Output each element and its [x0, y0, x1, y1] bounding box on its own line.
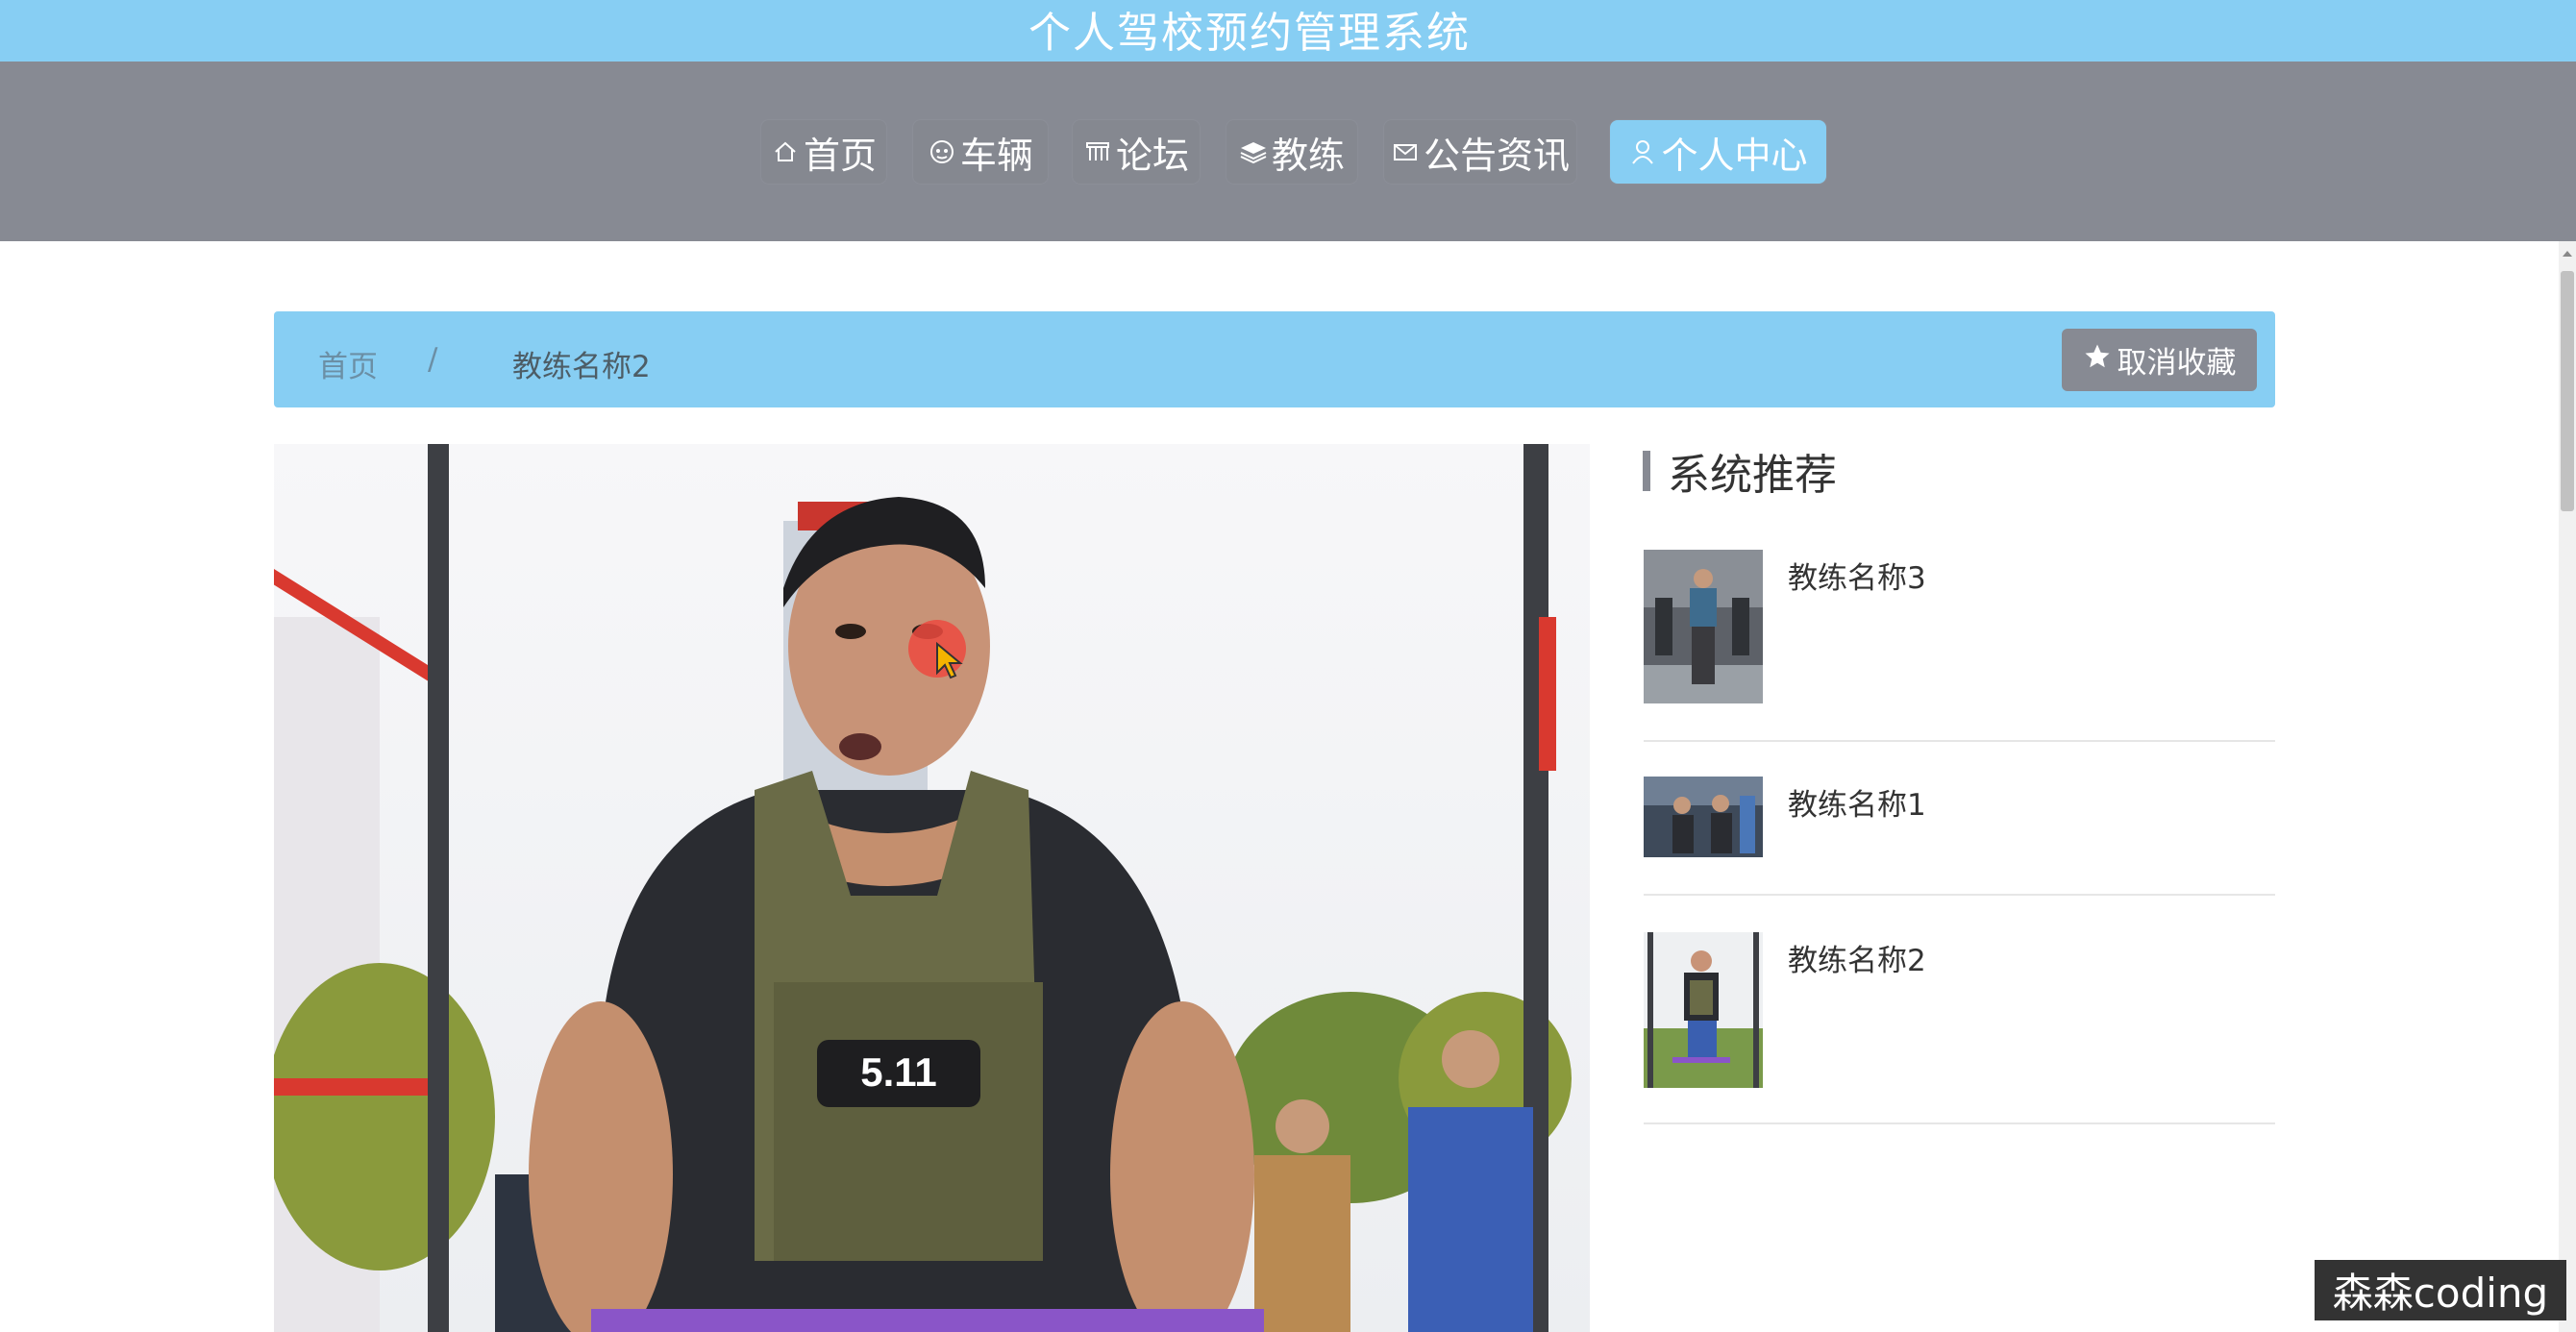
- recommend-header-accent: [1643, 451, 1650, 491]
- user-icon: [1628, 137, 1657, 166]
- nav-item-home[interactable]: 首页: [761, 120, 886, 184]
- breadcrumb: 首页 / 教练名称2 取消收藏: [274, 311, 2275, 407]
- recommend-item-1[interactable]: 教练名称3: [1644, 548, 2275, 742]
- unfavorite-button[interactable]: 取消收藏: [2062, 329, 2257, 391]
- watermark: 森森coding: [2315, 1260, 2566, 1320]
- site-title: 个人驾校预约管理系统: [1028, 9, 1471, 58]
- nav-item-profile[interactable]: 个人中心: [1610, 120, 1826, 184]
- top-title-bar: 个人驾校预约管理系统: [0, 0, 2576, 62]
- recommend-thumb-3[interactable]: [1644, 932, 1763, 1088]
- main-nav: 首页 车辆 论坛 教练 公告资讯 个人中心: [0, 62, 2576, 241]
- breadcrumb-separator: /: [428, 342, 438, 377]
- nav-label-coaches: 教练: [1271, 134, 1345, 177]
- star-icon: [2083, 342, 2112, 379]
- breadcrumb-current: 教练名称2: [512, 350, 651, 384]
- recommend-thumb-1[interactable]: [1644, 550, 1763, 703]
- recommend-thumb-2[interactable]: [1644, 777, 1763, 857]
- scroll-up-arrow-icon[interactable]: [2561, 246, 2574, 261]
- car-icon: [928, 137, 956, 166]
- coach-main-photo: 5.11: [274, 444, 1590, 1332]
- breadcrumb-home-link[interactable]: 首页: [318, 342, 378, 385]
- nav-item-announcements[interactable]: 公告资讯: [1384, 120, 1576, 184]
- recommend-item-2[interactable]: 教练名称1: [1644, 777, 2275, 896]
- nav-label-announcements: 公告资讯: [1423, 134, 1570, 177]
- nav-item-vehicles[interactable]: 车辆: [913, 120, 1048, 184]
- nav-label-forum: 论坛: [1115, 134, 1189, 177]
- home-icon: [771, 137, 800, 166]
- recommend-item-3[interactable]: 教练名称2: [1644, 930, 2275, 1124]
- nav-label-vehicles: 车辆: [959, 134, 1033, 177]
- vest-badge-text: 5.11: [860, 1049, 936, 1095]
- page-scrollbar-thumb[interactable]: [2561, 271, 2574, 511]
- recommend-title: 系统推荐: [1668, 451, 1837, 500]
- nav-label-profile: 个人中心: [1661, 134, 1808, 177]
- recommend-name-1[interactable]: 教练名称3: [1788, 554, 1926, 597]
- mail-icon: [1391, 137, 1420, 166]
- recommend-name-2[interactable]: 教练名称1: [1788, 780, 1926, 824]
- recommend-name-3[interactable]: 教练名称2: [1788, 936, 1926, 979]
- nav-item-coaches[interactable]: 教练: [1226, 120, 1357, 184]
- nav-item-forum[interactable]: 论坛: [1073, 120, 1200, 184]
- nav-label-home: 首页: [803, 134, 877, 177]
- unfavorite-label: 取消收藏: [2117, 346, 2237, 381]
- mouse-cursor-icon: [935, 641, 964, 684]
- forum-icon: [1083, 137, 1112, 166]
- layers-icon: [1239, 137, 1268, 166]
- recommend-header: 系统推荐: [1643, 444, 1837, 500]
